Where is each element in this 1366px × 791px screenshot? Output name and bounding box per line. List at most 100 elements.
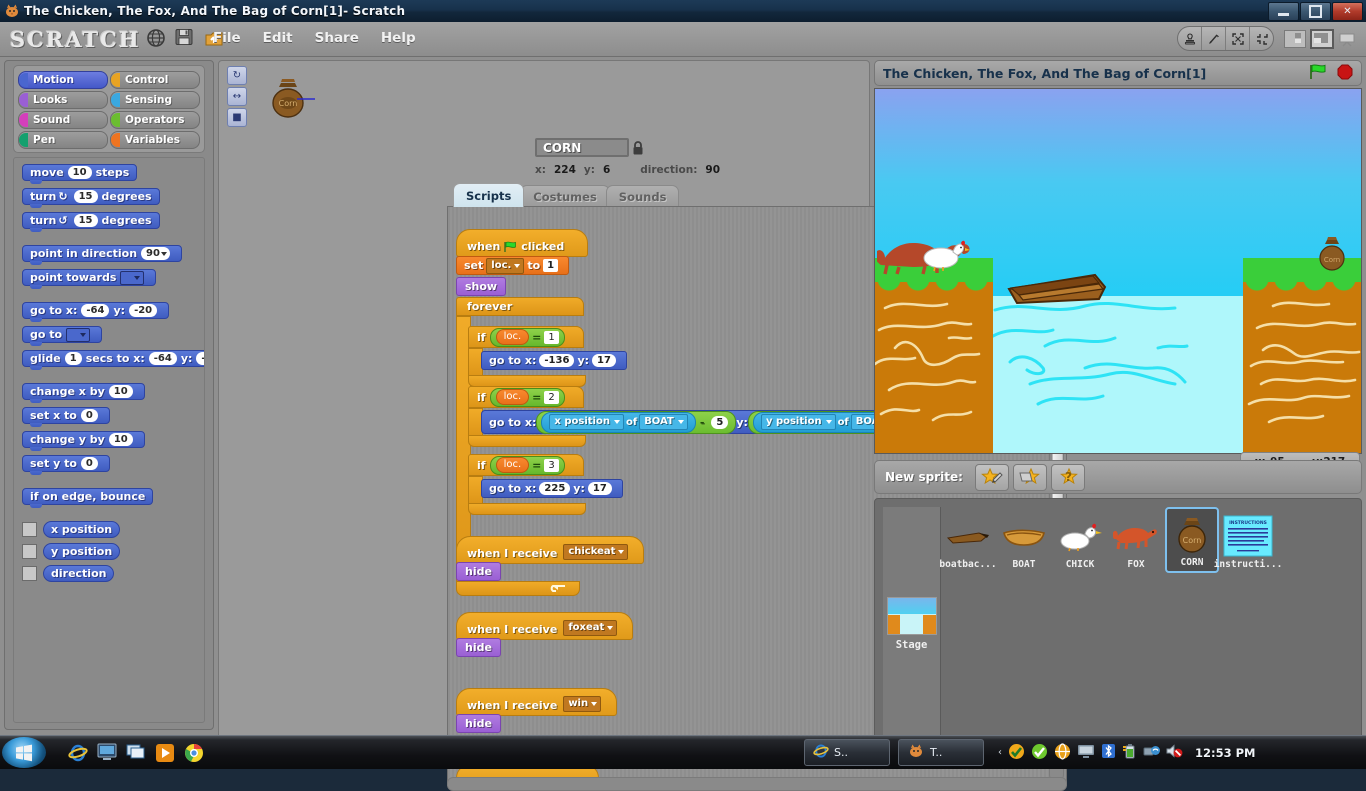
palette-block-glide[interactable]: glide1secs to x:-64y:-20 [22,350,204,370]
category-control[interactable]: Control [110,71,200,89]
task-button-t[interactable]: T.. [898,739,984,766]
block-input[interactable]: 15 [73,190,98,203]
palette-block-turn-left[interactable]: turn ↺ 15 degrees [22,212,160,232]
subtraction-operator[interactable]: x position of BOAT - 5 [536,410,737,434]
battery-icon[interactable] [1122,743,1137,762]
tab-costumes[interactable]: Costumes [520,185,610,207]
block-input[interactable]: 10 [108,385,133,398]
sprite-cell-fox[interactable]: FOX [1109,507,1163,573]
block-input-y[interactable]: -20 [129,304,158,317]
expand-icon[interactable] [1226,27,1250,50]
direction-dropdown[interactable]: 90 [141,247,170,260]
block-input-x[interactable]: -64 [148,352,177,365]
menu-edit[interactable]: Edit [263,30,293,46]
sprite-cell-boat[interactable]: BOAT [997,507,1051,573]
globe-icon[interactable] [146,28,166,48]
category-sensing[interactable]: Sensing [110,91,200,109]
palette-block-go-to[interactable]: go to [22,326,103,346]
message-dropdown-chickeat[interactable]: chickeat [563,544,629,560]
block-input-x[interactable]: -64 [81,304,110,317]
message-dropdown-win[interactable]: win [563,696,602,712]
block-hide-1[interactable]: hide [456,562,501,581]
category-motion[interactable]: Motion [18,71,108,89]
block-if-3[interactable]: if loc. = 3 [468,454,584,476]
menu-file[interactable]: File [213,30,241,46]
category-looks[interactable]: Looks [18,91,108,109]
tab-scripts[interactable]: Scripts [453,183,525,207]
palette-block-move[interactable]: move 10 steps [22,164,138,184]
category-operators[interactable]: Operators [110,111,200,129]
block-input[interactable]: 0 [80,409,98,422]
task-button-s[interactable]: S.. [804,739,890,766]
block-hide-2[interactable]: hide [456,638,501,657]
stage-cell[interactable]: Stage [883,507,941,735]
goto-y-input[interactable]: 17 [587,482,612,495]
bluetooth-icon[interactable] [1101,743,1116,762]
menu-share[interactable]: Share [315,30,359,46]
block-show[interactable]: show [456,277,507,296]
stop-sign-icon[interactable] [1337,64,1353,83]
shrink-icon[interactable] [1250,27,1273,50]
chrome-icon[interactable] [184,743,204,763]
watcher-checkbox-x-position[interactable] [22,522,37,537]
taskbar-clock[interactable]: 12:53 PM [1195,746,1255,760]
sensor-of-boat-x[interactable]: x position of BOAT [541,411,696,433]
set-value-input[interactable]: 1 [543,259,559,272]
message-dropdown-foxeat[interactable]: foxeat [563,620,618,636]
maximize-button[interactable] [1300,2,1331,21]
network-globe-icon[interactable] [1054,742,1071,763]
palette-block-set-y[interactable]: set y to 0 [22,455,110,475]
block-input-y[interactable]: -20 [196,352,204,365]
block-if-1[interactable]: if loc. = 1 [468,326,584,348]
left-right-flip-icon[interactable]: ↔ [227,87,247,106]
block-forever[interactable]: forever [456,297,584,316]
goto-y-input[interactable]: 17 [592,354,616,367]
volume-muted-icon[interactable] [1166,743,1183,762]
palette-block-set-x[interactable]: set x to 0 [22,407,110,427]
watcher-checkbox-direction[interactable] [22,566,37,581]
presentation-mode-icon[interactable] [1338,31,1358,47]
watcher-checkbox-y-position[interactable] [22,544,37,559]
script-horizontal-scrollbar[interactable] [447,777,1067,791]
sprite-cell-boatbac[interactable]: boatbac... [939,507,997,573]
switch-windows-icon[interactable] [126,743,146,763]
sprite-cell-corn[interactable]: Corn CORN [1165,507,1219,573]
rotate-freely-icon[interactable]: ↻ [227,66,247,85]
hat-when-i-receive-foxeat[interactable]: when I receive foxeat [456,612,634,640]
choose-new-sprite-icon[interactable] [1012,463,1047,491]
lock-icon[interactable] [631,140,645,159]
menu-help[interactable]: Help [381,30,416,46]
block-input[interactable]: 10 [67,166,92,179]
palette-reporter-direction[interactable]: direction [43,565,115,582]
y-position-dropdown[interactable]: y position [760,414,836,430]
hat-when-flag-clicked[interactable]: when clicked [456,229,588,257]
x-position-dropdown[interactable]: x position [549,414,624,430]
target-dropdown[interactable] [120,270,145,285]
palette-block-go-to-xy[interactable]: go to x: -64 y: -20 [22,302,170,322]
equals-operator-2[interactable]: loc. = 2 [489,387,565,407]
normal-stage-icon[interactable] [1310,28,1334,49]
equals-value-input[interactable]: 1 [544,330,559,344]
sprite-cell-instructions[interactable]: INSTRUCTIONS instructi... [1214,507,1282,573]
paint-new-sprite-icon[interactable] [974,463,1009,491]
block-input[interactable]: 15 [73,214,98,227]
block-hide-3[interactable]: hide [456,714,501,733]
variable-reporter[interactable]: loc. [495,329,530,345]
no-rotate-icon[interactable]: ■ [227,108,247,127]
palette-block-turn-right[interactable]: turn ↻ 15 degrees [22,188,160,208]
target-dropdown[interactable] [66,327,91,342]
goto-x-input[interactable]: -136 [539,354,575,367]
equals-operator-1[interactable]: loc. = 1 [489,327,565,347]
display-icon[interactable] [1077,744,1095,762]
equals-value-input[interactable]: 3 [544,458,559,472]
close-button[interactable]: ✕ [1332,2,1363,21]
block-input[interactable]: 10 [108,433,133,446]
tab-sounds[interactable]: Sounds [605,185,680,207]
green-flag-icon[interactable] [1309,63,1327,83]
category-pen[interactable]: Pen [18,131,108,149]
block-input-secs[interactable]: 1 [64,352,82,365]
palette-reporter-y-position[interactable]: y position [43,543,121,560]
block-input[interactable]: 0 [80,457,98,470]
shield-check-icon[interactable] [1031,743,1048,763]
antivirus-icon[interactable] [1008,743,1025,763]
